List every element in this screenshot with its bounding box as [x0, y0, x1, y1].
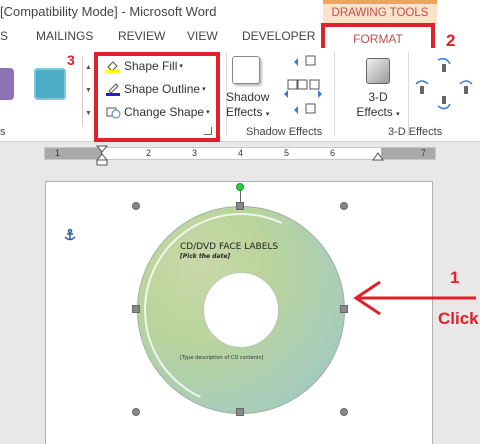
- pen-outline-icon: [105, 82, 121, 96]
- change-shape-button[interactable]: Change Shape ▾: [105, 104, 210, 124]
- resize-handle-top[interactable]: [236, 202, 244, 210]
- 3d-effects-button[interactable]: 3-D Effects ▾: [354, 90, 402, 122]
- resize-handle-bottom[interactable]: [236, 408, 244, 416]
- shape-styles-label-partial: s: [0, 126, 6, 138]
- indent-marker-icon[interactable]: [95, 144, 109, 166]
- shape-outline-button[interactable]: Shape Outline ▾: [105, 81, 206, 101]
- cd-center-hole: [203, 272, 279, 348]
- shape-fill-button[interactable]: Shape Fill ▾: [105, 58, 183, 78]
- nudge-shadow-icons[interactable]: [282, 54, 324, 120]
- shape-style-swatch-teal[interactable]: [34, 68, 66, 100]
- shadow-effects-line1: Shadow: [226, 90, 270, 104]
- right-indent-marker-icon[interactable]: [372, 151, 384, 161]
- resize-handle-top-right[interactable]: [340, 202, 348, 210]
- shadow-effects-icon[interactable]: [232, 56, 260, 84]
- 3d-effects-icon[interactable]: [366, 58, 390, 84]
- separator: [408, 52, 409, 136]
- ruler-number: 7: [421, 148, 427, 158]
- ruler-number: 1: [55, 148, 61, 158]
- tab-view[interactable]: VIEW: [187, 29, 218, 43]
- callout-3: 3: [67, 52, 75, 68]
- resize-handle-right[interactable]: [340, 305, 348, 313]
- ruler-left-margin: [45, 148, 101, 159]
- 3d-effects-group-label: 3-D Effects: [388, 126, 443, 138]
- cd-label-shape[interactable]: CD/DVD FACE LABELS [Pick the date] [Type…: [116, 185, 366, 435]
- tab-review[interactable]: REVIEW: [118, 29, 165, 43]
- dialog-launcher-icon[interactable]: [204, 127, 212, 135]
- ruler-number: 3: [192, 148, 198, 158]
- 3d-effects-line2: Effects ▾: [356, 105, 400, 119]
- drawing-tools-group: DRAWING TOOLS: [323, 0, 437, 24]
- tab-partial[interactable]: S: [0, 29, 8, 43]
- ruler-number: 5: [284, 148, 290, 158]
- cd-description-placeholder[interactable]: [Type description of CD contents]: [180, 355, 263, 361]
- anchor-icon: [64, 228, 76, 241]
- resize-handle-bottom-left[interactable]: [132, 408, 140, 416]
- drawing-tools-label: DRAWING TOOLS: [331, 7, 429, 19]
- shadow-effects-line2: Effects ▾: [226, 105, 270, 119]
- resize-handle-bottom-right[interactable]: [340, 408, 348, 416]
- ruler-number: 4: [238, 148, 244, 158]
- 3d-effects-line1: 3-D: [368, 90, 388, 104]
- tab-format-label: FORMAT: [353, 32, 403, 46]
- gallery-down-icon[interactable]: ▼: [83, 79, 94, 102]
- callout-1-text: Click: [438, 309, 479, 328]
- shadow-effects-button[interactable]: Shadow Effects ▾: [226, 90, 270, 122]
- paint-bucket-icon: [105, 59, 121, 73]
- 3d-tilt-icons[interactable]: [412, 54, 478, 120]
- shape-format-commands: Shape Fill ▾ Shape Outline ▾ Change Shape ▾: [94, 52, 220, 142]
- ruler-number: 6: [330, 148, 336, 158]
- window-title: [Compatibility Mode] - Microsoft Word: [0, 4, 217, 19]
- ruler-number: 2: [146, 148, 152, 158]
- resize-handle-left[interactable]: [132, 305, 140, 313]
- change-shape-icon: [105, 105, 121, 119]
- ruler-right-margin: [381, 148, 435, 159]
- cd-date-placeholder[interactable]: [Pick the date]: [180, 253, 230, 260]
- gallery-up-icon[interactable]: ▲: [83, 56, 94, 79]
- cd-title-text[interactable]: CD/DVD FACE LABELS: [180, 242, 278, 252]
- gallery-scroll[interactable]: ▲ ▼ ▼: [82, 56, 94, 126]
- resize-handle-top-left[interactable]: [132, 202, 140, 210]
- separator: [334, 52, 335, 136]
- shape-style-swatch-purple[interactable]: [0, 68, 14, 100]
- callout-1: 1: [450, 268, 460, 287]
- tab-mailings[interactable]: MAILINGS: [36, 29, 93, 43]
- tab-developer[interactable]: DEVELOPER: [242, 29, 315, 43]
- gallery-more-icon[interactable]: ▼: [83, 102, 94, 125]
- rotate-handle[interactable]: [236, 183, 244, 191]
- shadow-effects-group-label: Shadow Effects: [246, 126, 323, 138]
